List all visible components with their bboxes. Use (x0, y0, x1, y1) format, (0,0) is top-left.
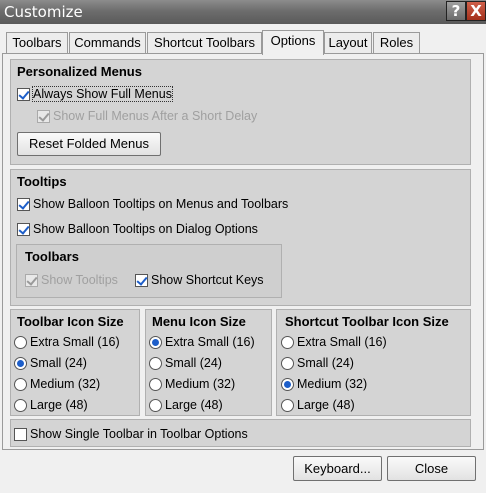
balloon-tooltips-dialog-label: Show Balloon Tooltips on Dialog Options (33, 222, 258, 236)
checkbox-box (135, 273, 148, 287)
radio-label: Medium (32) (165, 377, 236, 391)
toolbar-icon-large-radio[interactable]: Large (48) (14, 396, 88, 414)
radio-dot (149, 377, 162, 391)
tab-layout[interactable]: Layout (324, 32, 372, 53)
shortcut-icon-medium-radio[interactable]: Medium (32) (281, 375, 367, 393)
checkbox-box (17, 197, 30, 211)
radio-dot (14, 398, 27, 412)
tab-options[interactable]: Options (262, 30, 324, 55)
menu-icon-small-radio[interactable]: Small (24) (149, 354, 222, 372)
personalized-menus-group: Personalized Menus Always Show Full Menu… (10, 59, 471, 165)
show-tooltips-label: Show Tooltips (41, 273, 118, 287)
shortcut-icon-extra-small-radio[interactable]: Extra Small (16) (281, 333, 387, 351)
close-window-button[interactable]: X (466, 1, 486, 21)
toolbar-icon-small-radio[interactable]: Small (24) (14, 354, 87, 372)
radio-label: Large (48) (165, 398, 223, 412)
checkbox-box (17, 87, 30, 101)
single-toolbar-label: Show Single Toolbar in Toolbar Options (30, 427, 248, 441)
menu-icon-extra-small-radio[interactable]: Extra Small (16) (149, 333, 255, 351)
window-title: Customize (4, 3, 83, 21)
radio-label: Extra Small (16) (30, 335, 120, 349)
show-shortcut-keys-label: Show Shortcut Keys (151, 273, 264, 287)
show-menus-after-delay-checkbox[interactable]: Show Full Menus After a Short Delay (37, 107, 257, 125)
shortcut-toolbar-icon-size-group: Shortcut Toolbar Icon Size Extra Small (… (276, 309, 471, 416)
checkbox-box (17, 222, 30, 236)
help-button[interactable]: ? (446, 1, 466, 21)
radio-label: Large (48) (30, 398, 88, 412)
customize-dialog: Customize ? X Toolbars Commands Shortcut… (0, 0, 486, 493)
radio-dot (281, 356, 294, 370)
menu-icon-large-radio[interactable]: Large (48) (149, 396, 223, 414)
reset-folded-menus-button[interactable]: Reset Folded Menus (17, 132, 161, 156)
show-menus-after-delay-label: Show Full Menus After a Short Delay (53, 109, 258, 123)
radio-label: Extra Small (16) (165, 335, 255, 349)
radio-dot (281, 377, 294, 391)
shortcut-icon-small-radio[interactable]: Small (24) (281, 354, 354, 372)
show-shortcut-keys-checkbox[interactable]: Show Shortcut Keys (135, 271, 264, 289)
title-bar[interactable]: Customize ? X (0, 0, 486, 24)
toolbar-icon-medium-radio[interactable]: Medium (32) (14, 375, 100, 393)
shortcut-icon-large-radio[interactable]: Large (48) (281, 396, 355, 414)
radio-dot (281, 335, 294, 349)
checkbox-box (37, 109, 50, 123)
tab-commands[interactable]: Commands (69, 32, 146, 53)
single-toolbar-checkbox[interactable]: Show Single Toolbar in Toolbar Options (14, 425, 248, 443)
toolbar-icon-size-group: Toolbar Icon Size Extra Small (16) Small… (10, 309, 140, 416)
radio-label: Small (24) (297, 356, 354, 370)
radio-dot (14, 335, 27, 349)
radio-label: Small (24) (165, 356, 222, 370)
checkbox-box (25, 273, 38, 287)
radio-dot (149, 335, 162, 349)
tooltip-toolbars-title: Toolbars (25, 249, 79, 264)
toolbar-icon-extra-small-radio[interactable]: Extra Small (16) (14, 333, 120, 351)
menu-icon-size-title: Menu Icon Size (152, 314, 246, 329)
menu-icon-medium-radio[interactable]: Medium (32) (149, 375, 235, 393)
keyboard-button[interactable]: Keyboard... (293, 456, 382, 481)
radio-dot (281, 398, 294, 412)
tab-toolbars[interactable]: Toolbars (6, 32, 68, 53)
radio-label: Extra Small (16) (297, 335, 387, 349)
always-show-full-menus-label: Always Show Full Menus (32, 86, 173, 102)
tooltips-group: Tooltips Show Balloon Tooltips on Menus … (10, 169, 471, 306)
balloon-tooltips-menus-label: Show Balloon Tooltips on Menus and Toolb… (33, 197, 289, 211)
radio-dot (14, 377, 27, 391)
radio-label: Large (48) (297, 398, 355, 412)
radio-dot (149, 356, 162, 370)
radio-label: Small (24) (30, 356, 87, 370)
radio-label: Medium (32) (297, 377, 368, 391)
show-tooltips-checkbox[interactable]: Show Tooltips (25, 271, 118, 289)
tooltip-toolbars-subgroup: Toolbars Show Tooltips Show Shortcut Key… (16, 244, 282, 298)
tab-shortcut-toolbars[interactable]: Shortcut Toolbars (147, 32, 262, 53)
close-button[interactable]: Close (387, 456, 476, 481)
radio-dot (14, 356, 27, 370)
checkbox-box (14, 427, 27, 441)
single-toolbar-group: Show Single Toolbar in Toolbar Options (10, 419, 471, 447)
radio-dot (149, 398, 162, 412)
tooltips-title: Tooltips (17, 174, 67, 189)
toolbar-icon-size-title: Toolbar Icon Size (17, 314, 124, 329)
radio-label: Medium (32) (30, 377, 101, 391)
menu-icon-size-group: Menu Icon Size Extra Small (16) Small (2… (145, 309, 272, 416)
tab-roles[interactable]: Roles (373, 32, 420, 53)
balloon-tooltips-dialog-checkbox[interactable]: Show Balloon Tooltips on Dialog Options (17, 220, 258, 238)
balloon-tooltips-menus-checkbox[interactable]: Show Balloon Tooltips on Menus and Toolb… (17, 195, 288, 213)
personalized-menus-title: Personalized Menus (17, 64, 142, 79)
shortcut-toolbar-icon-size-title: Shortcut Toolbar Icon Size (285, 314, 449, 329)
always-show-full-menus-checkbox[interactable]: Always Show Full Menus (17, 85, 173, 103)
